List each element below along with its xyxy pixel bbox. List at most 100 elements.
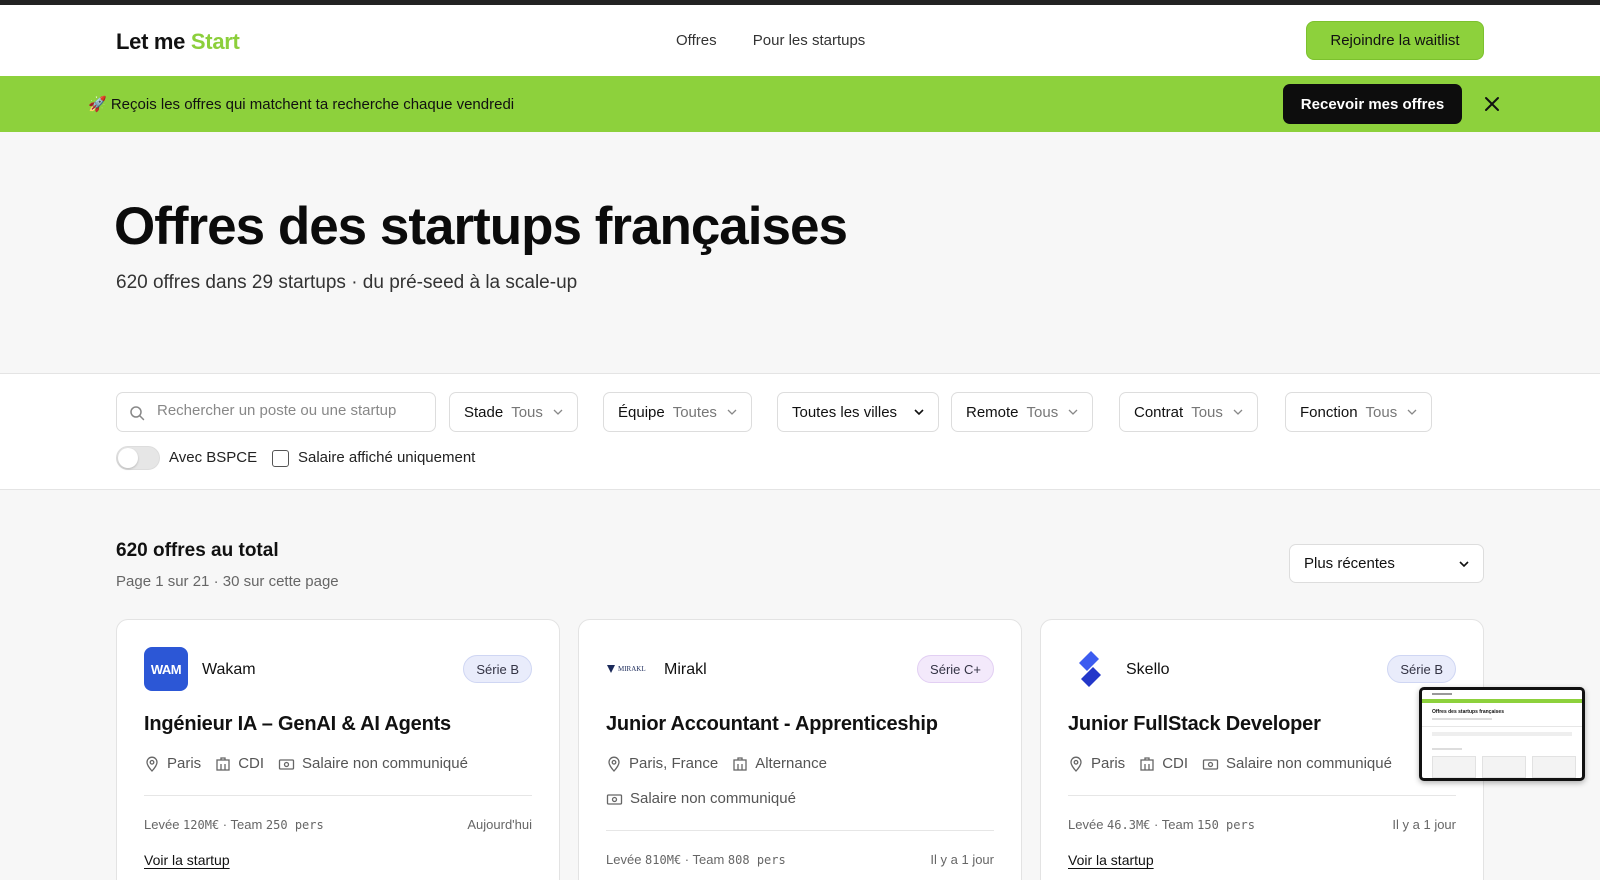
job-location: Paris (167, 755, 202, 772)
skello-logo-mark (1079, 651, 1101, 687)
filter-stade[interactable]: Stade Tous (449, 392, 578, 432)
page-title: Offres des startups françaises (114, 197, 848, 256)
filter-fonction[interactable]: Fonction Tous (1285, 392, 1433, 432)
posted-date: Aujourd'hui (467, 817, 532, 832)
nav-offres[interactable]: Offres (676, 32, 717, 49)
location-pin-icon (608, 756, 620, 772)
job-salary: Salaire non communiqué (1226, 755, 1392, 772)
money-icon (278, 758, 295, 770)
filter-stade-value: Tous (511, 403, 543, 421)
team-size: 808 pers (727, 853, 786, 867)
chevron-down-icon (1459, 560, 1469, 567)
meta-contract: Alternance (732, 755, 827, 772)
search-icon (130, 406, 145, 421)
logo[interactable]: Let me Start (116, 29, 240, 55)
job-meta: Paris CDI Salaire non communiqué (1068, 755, 1406, 772)
salary-checkbox[interactable] (272, 450, 289, 467)
card-divider (1068, 795, 1456, 796)
search-input[interactable] (157, 402, 427, 419)
funding-prefix: Levée (144, 817, 180, 832)
job-contract: Alternance (755, 755, 827, 772)
salary-checkbox-label: Salaire affiché uniquement (298, 449, 476, 466)
building-icon (216, 756, 230, 771)
preview-line (1432, 693, 1452, 695)
company-name: Skello (1126, 661, 1170, 678)
team-size: 150 pers (1197, 818, 1255, 832)
results-count: 620 offres au total (116, 540, 279, 561)
screenshot-preview-thumbnail[interactable]: Offres des startups françaises (1419, 687, 1585, 781)
meta-location: Paris (144, 755, 201, 772)
newsletter-banner: 🚀 Reçois les offres qui matchent ta rech… (0, 76, 1600, 132)
filter-remote[interactable]: Remote Tous (951, 392, 1094, 432)
card-divider (606, 830, 994, 831)
posted-date: Il y a 1 jour (1392, 817, 1456, 832)
job-contract: CDI (1162, 755, 1189, 772)
search-box[interactable] (116, 392, 436, 432)
filter-equipe-label: Équipe (618, 403, 665, 421)
team-prefix: · Team (1154, 817, 1194, 832)
filter-fonction-value: Tous (1365, 403, 1398, 421)
close-icon[interactable] (1481, 93, 1503, 115)
view-startup-link[interactable]: Voir la startup (144, 852, 230, 868)
bspce-toggle[interactable] (116, 446, 160, 470)
meta-salary: Salaire non communiqué (278, 755, 468, 772)
filter-villes-label: Toutes les villes (792, 403, 898, 421)
job-title[interactable]: Junior FullStack Developer (1068, 713, 1321, 736)
preview-card (1432, 756, 1476, 778)
job-card[interactable]: MIRAKL Mirakl Série C+ Junior Accountant… (578, 619, 1022, 880)
funding-info: Levée 810M€ · Team 808 pers (606, 852, 786, 867)
job-location: Paris, France (629, 755, 719, 772)
stage-badge: Série B (463, 655, 532, 683)
team-prefix: · Team (222, 817, 263, 832)
preview-card (1532, 756, 1576, 778)
stage-badge: Série B (1387, 655, 1456, 683)
funding-amount: 46.3M€ (1107, 818, 1151, 832)
filter-equipe-value: Toutes (672, 403, 717, 421)
filter-contrat[interactable]: Contrat Tous (1119, 392, 1258, 432)
funding-prefix: Levée (606, 852, 642, 867)
filter-fonction-label: Fonction (1300, 403, 1358, 421)
filter-villes[interactable]: Toutes les villes (777, 392, 939, 432)
funding-amount: 810M€ (645, 853, 682, 867)
mirakl-logo: MIRAKL (606, 647, 652, 691)
chevron-down-icon (1068, 409, 1078, 415)
view-startup-link[interactable]: Voir la startup (1068, 852, 1154, 868)
nav-pour-les-startups[interactable]: Pour les startups (753, 32, 866, 49)
preview-line (1432, 718, 1492, 720)
job-card[interactable]: WAM Wakam Série B Ingénieur IA – GenAI &… (116, 619, 560, 880)
receive-offers-button[interactable]: Recevoir mes offres (1283, 84, 1462, 124)
job-title[interactable]: Junior Accountant - Apprenticeship (606, 713, 938, 736)
logo-main: Let me (116, 29, 186, 54)
job-card[interactable]: Skello Série B Junior FullStack Develope… (1040, 619, 1484, 880)
chevron-down-icon (1407, 409, 1417, 415)
funding-amount: 120M€ (183, 818, 220, 832)
join-waitlist-button[interactable]: Rejoindre la waitlist (1306, 21, 1484, 60)
location-pin-icon (1070, 756, 1082, 772)
team-size: 250 pers (265, 818, 324, 832)
meta-salary: Salaire non communiqué (1202, 755, 1392, 772)
bspce-label: Avec BSPCE (169, 449, 258, 466)
chevron-down-icon (914, 409, 924, 416)
company-name: Wakam (202, 661, 256, 678)
chevron-down-icon (1233, 409, 1243, 415)
meta-contract: CDI (1139, 755, 1188, 772)
preview-title: Offres des startups françaises (1432, 709, 1504, 715)
job-salary: Salaire non communiqué (302, 755, 468, 772)
filter-stade-label: Stade (464, 403, 504, 421)
chevron-down-icon (727, 409, 737, 415)
company-name: Mirakl (664, 661, 707, 678)
building-icon (1140, 756, 1154, 771)
sort-value: Plus récentes (1304, 555, 1395, 572)
filter-equipe[interactable]: Équipe Toutes (603, 392, 752, 432)
stage-badge: Série C+ (917, 655, 994, 683)
job-title[interactable]: Ingénieur IA – GenAI & AI Agents (144, 713, 451, 736)
job-salary: Salaire non communiqué (630, 790, 796, 807)
job-location: Paris (1091, 755, 1126, 772)
location-pin-icon (146, 756, 158, 772)
team-prefix: · Team (684, 852, 725, 867)
sort-select[interactable]: Plus récentes (1289, 544, 1484, 583)
job-meta: Paris CDI Salaire non communiqué (144, 755, 482, 772)
meta-contract: CDI (215, 755, 264, 772)
preview-line (1422, 726, 1582, 727)
money-icon (1202, 758, 1219, 770)
